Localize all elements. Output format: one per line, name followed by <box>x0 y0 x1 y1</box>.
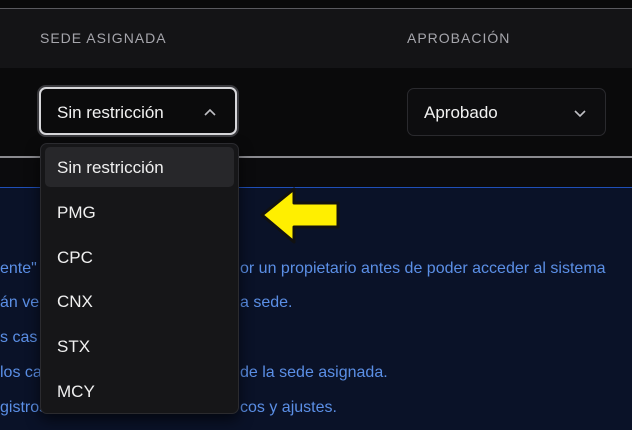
arrow-left-icon <box>260 187 340 244</box>
option-label: CPC <box>57 248 93 267</box>
dropdown-option-pmg[interactable]: PMG <box>45 192 234 232</box>
option-label: Sin restricción <box>57 158 164 177</box>
sede-dropdown-menu: Sin restricción PMG CPC CNX STX MCY <box>40 143 239 414</box>
option-label: CNX <box>57 292 93 311</box>
aprobacion-select-value: Aprobado <box>424 103 498 122</box>
info-text: cos y ajustes. <box>240 399 337 416</box>
column-header-sede: SEDE ASIGNADA <box>40 30 167 46</box>
page: SEDE ASIGNADA APROBACIÓN Sin restricción… <box>0 0 632 430</box>
info-text: de la sede asignada. <box>240 364 388 381</box>
info-text: a sede. <box>240 294 293 311</box>
option-label: MCY <box>57 382 95 401</box>
sede-select[interactable]: Sin restricción <box>39 87 237 135</box>
info-text: án ve <box>0 294 40 311</box>
dropdown-option-cpc[interactable]: CPC <box>45 237 234 277</box>
info-text: s cas <box>0 329 38 346</box>
info-text: or un propietario antes de poder acceder… <box>240 260 606 277</box>
dropdown-option-mcy[interactable]: MCY <box>45 371 234 411</box>
dropdown-option-sin-restriccion[interactable]: Sin restricción <box>45 147 234 187</box>
option-label: PMG <box>57 203 96 222</box>
chevron-up-icon <box>204 108 216 116</box>
info-text: los ca <box>0 364 42 381</box>
info-text: ente" <box>0 260 37 277</box>
dropdown-option-stx[interactable]: STX <box>45 326 234 366</box>
option-label: STX <box>57 337 91 356</box>
table-header: SEDE ASIGNADA APROBACIÓN <box>0 9 632 68</box>
column-header-aprobacion: APROBACIÓN <box>407 30 511 46</box>
top-border <box>0 0 632 9</box>
sede-select-value: Sin restricción <box>57 103 164 122</box>
chevron-down-icon <box>574 110 586 118</box>
dropdown-option-cnx[interactable]: CNX <box>45 281 234 321</box>
aprobacion-select[interactable]: Aprobado <box>407 88 606 136</box>
